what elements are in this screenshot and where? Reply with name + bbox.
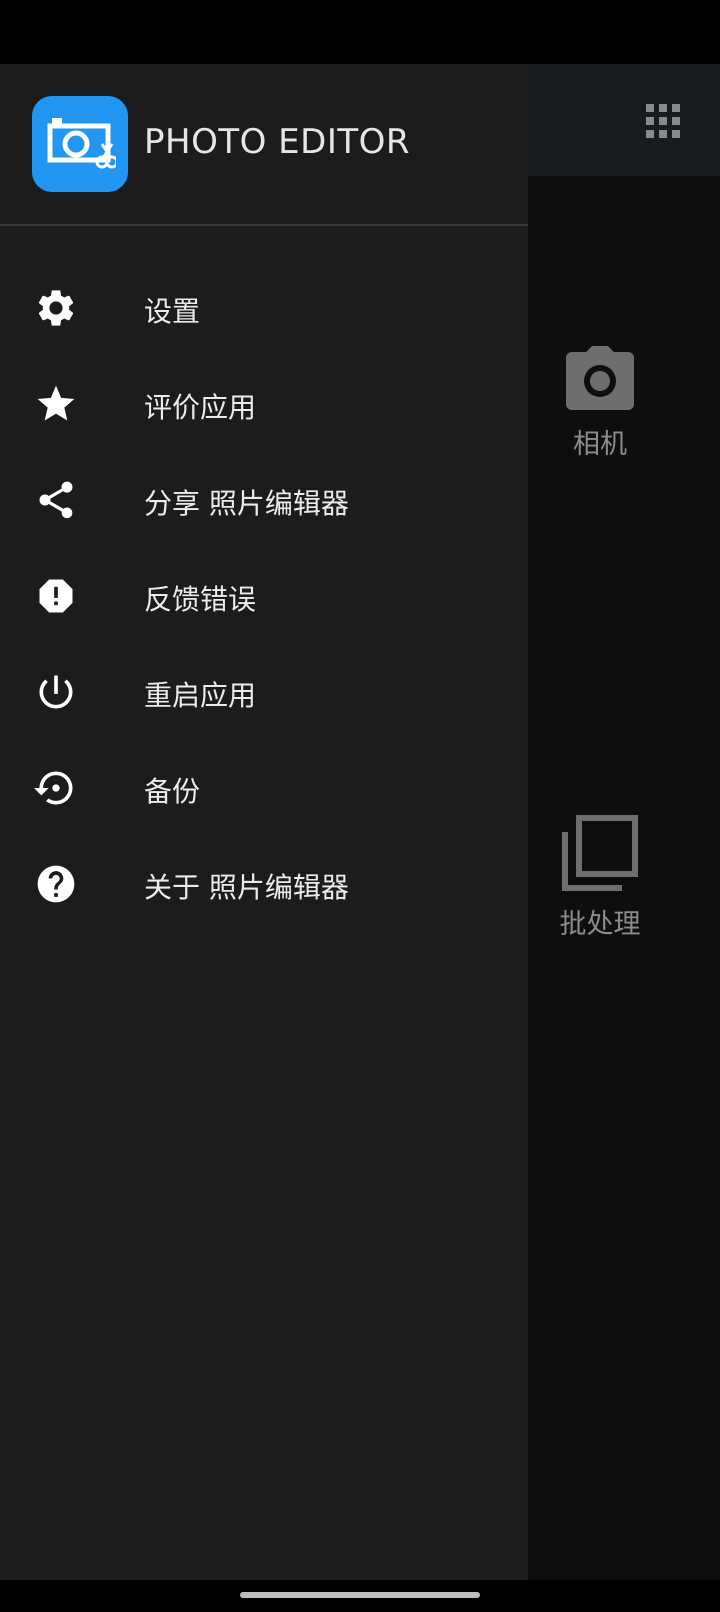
menu-item-label: 评价应用: [144, 391, 257, 424]
menu-item-rate-app[interactable]: 评价应用: [0, 356, 528, 452]
status-bar: [0, 0, 720, 64]
drawer-header: PHOTO EDITOR: [0, 64, 528, 226]
batch-tile[interactable]: 批处理: [530, 814, 670, 941]
camera-icon: [566, 346, 634, 410]
batch-icon: [562, 815, 638, 891]
menu-item-label: 关于 照片编辑器: [144, 871, 349, 904]
menu-item-share[interactable]: 分享 照片编辑器: [0, 452, 528, 548]
camera-tile-label: 相机: [573, 429, 627, 460]
menu-item-label: 反馈错误: [144, 583, 257, 616]
menu-item-report-bug[interactable]: 反馈错误: [0, 548, 528, 644]
menu-item-label: 备份: [144, 775, 201, 808]
app-logo: [32, 96, 128, 192]
home-gesture-handle[interactable]: [240, 1592, 480, 1598]
alert-icon: [39, 579, 73, 613]
backup-restore-icon: [34, 771, 73, 805]
help-icon: [37, 865, 75, 903]
drawer-menu: 设置 评价应用 分享 照片编辑器 反馈错误 重启应用 备份 关于 照片编辑器: [0, 260, 528, 932]
screen: 相机 批处理 PHOTO EDITOR 设置 评价应用 分享 照片编辑器 反馈错…: [0, 0, 720, 1612]
star-icon: [37, 385, 75, 421]
menu-item-backup[interactable]: 备份: [0, 740, 528, 836]
navigation-drawer: PHOTO EDITOR 设置 评价应用 分享 照片编辑器 反馈错误 重启应用 …: [0, 64, 528, 1580]
menu-item-restart-app[interactable]: 重启应用: [0, 644, 528, 740]
menu-item-about[interactable]: 关于 照片编辑器: [0, 836, 528, 932]
menu-item-label: 分享 照片编辑器: [144, 487, 349, 520]
menu-item-settings[interactable]: 设置: [0, 260, 528, 356]
power-icon: [39, 675, 73, 709]
grid-icon[interactable]: [646, 104, 680, 138]
menu-item-label: 重启应用: [144, 679, 257, 712]
app-name: PHOTO EDITOR: [144, 122, 411, 162]
share-icon: [39, 481, 73, 519]
gear-icon: [38, 290, 74, 326]
menu-item-label: 设置: [144, 295, 201, 328]
camera-tile[interactable]: 相机: [530, 346, 670, 461]
camera-scissors-logo-icon: [47, 118, 116, 169]
batch-tile-label: 批处理: [559, 909, 641, 940]
system-navigation-bar: [0, 1580, 720, 1612]
